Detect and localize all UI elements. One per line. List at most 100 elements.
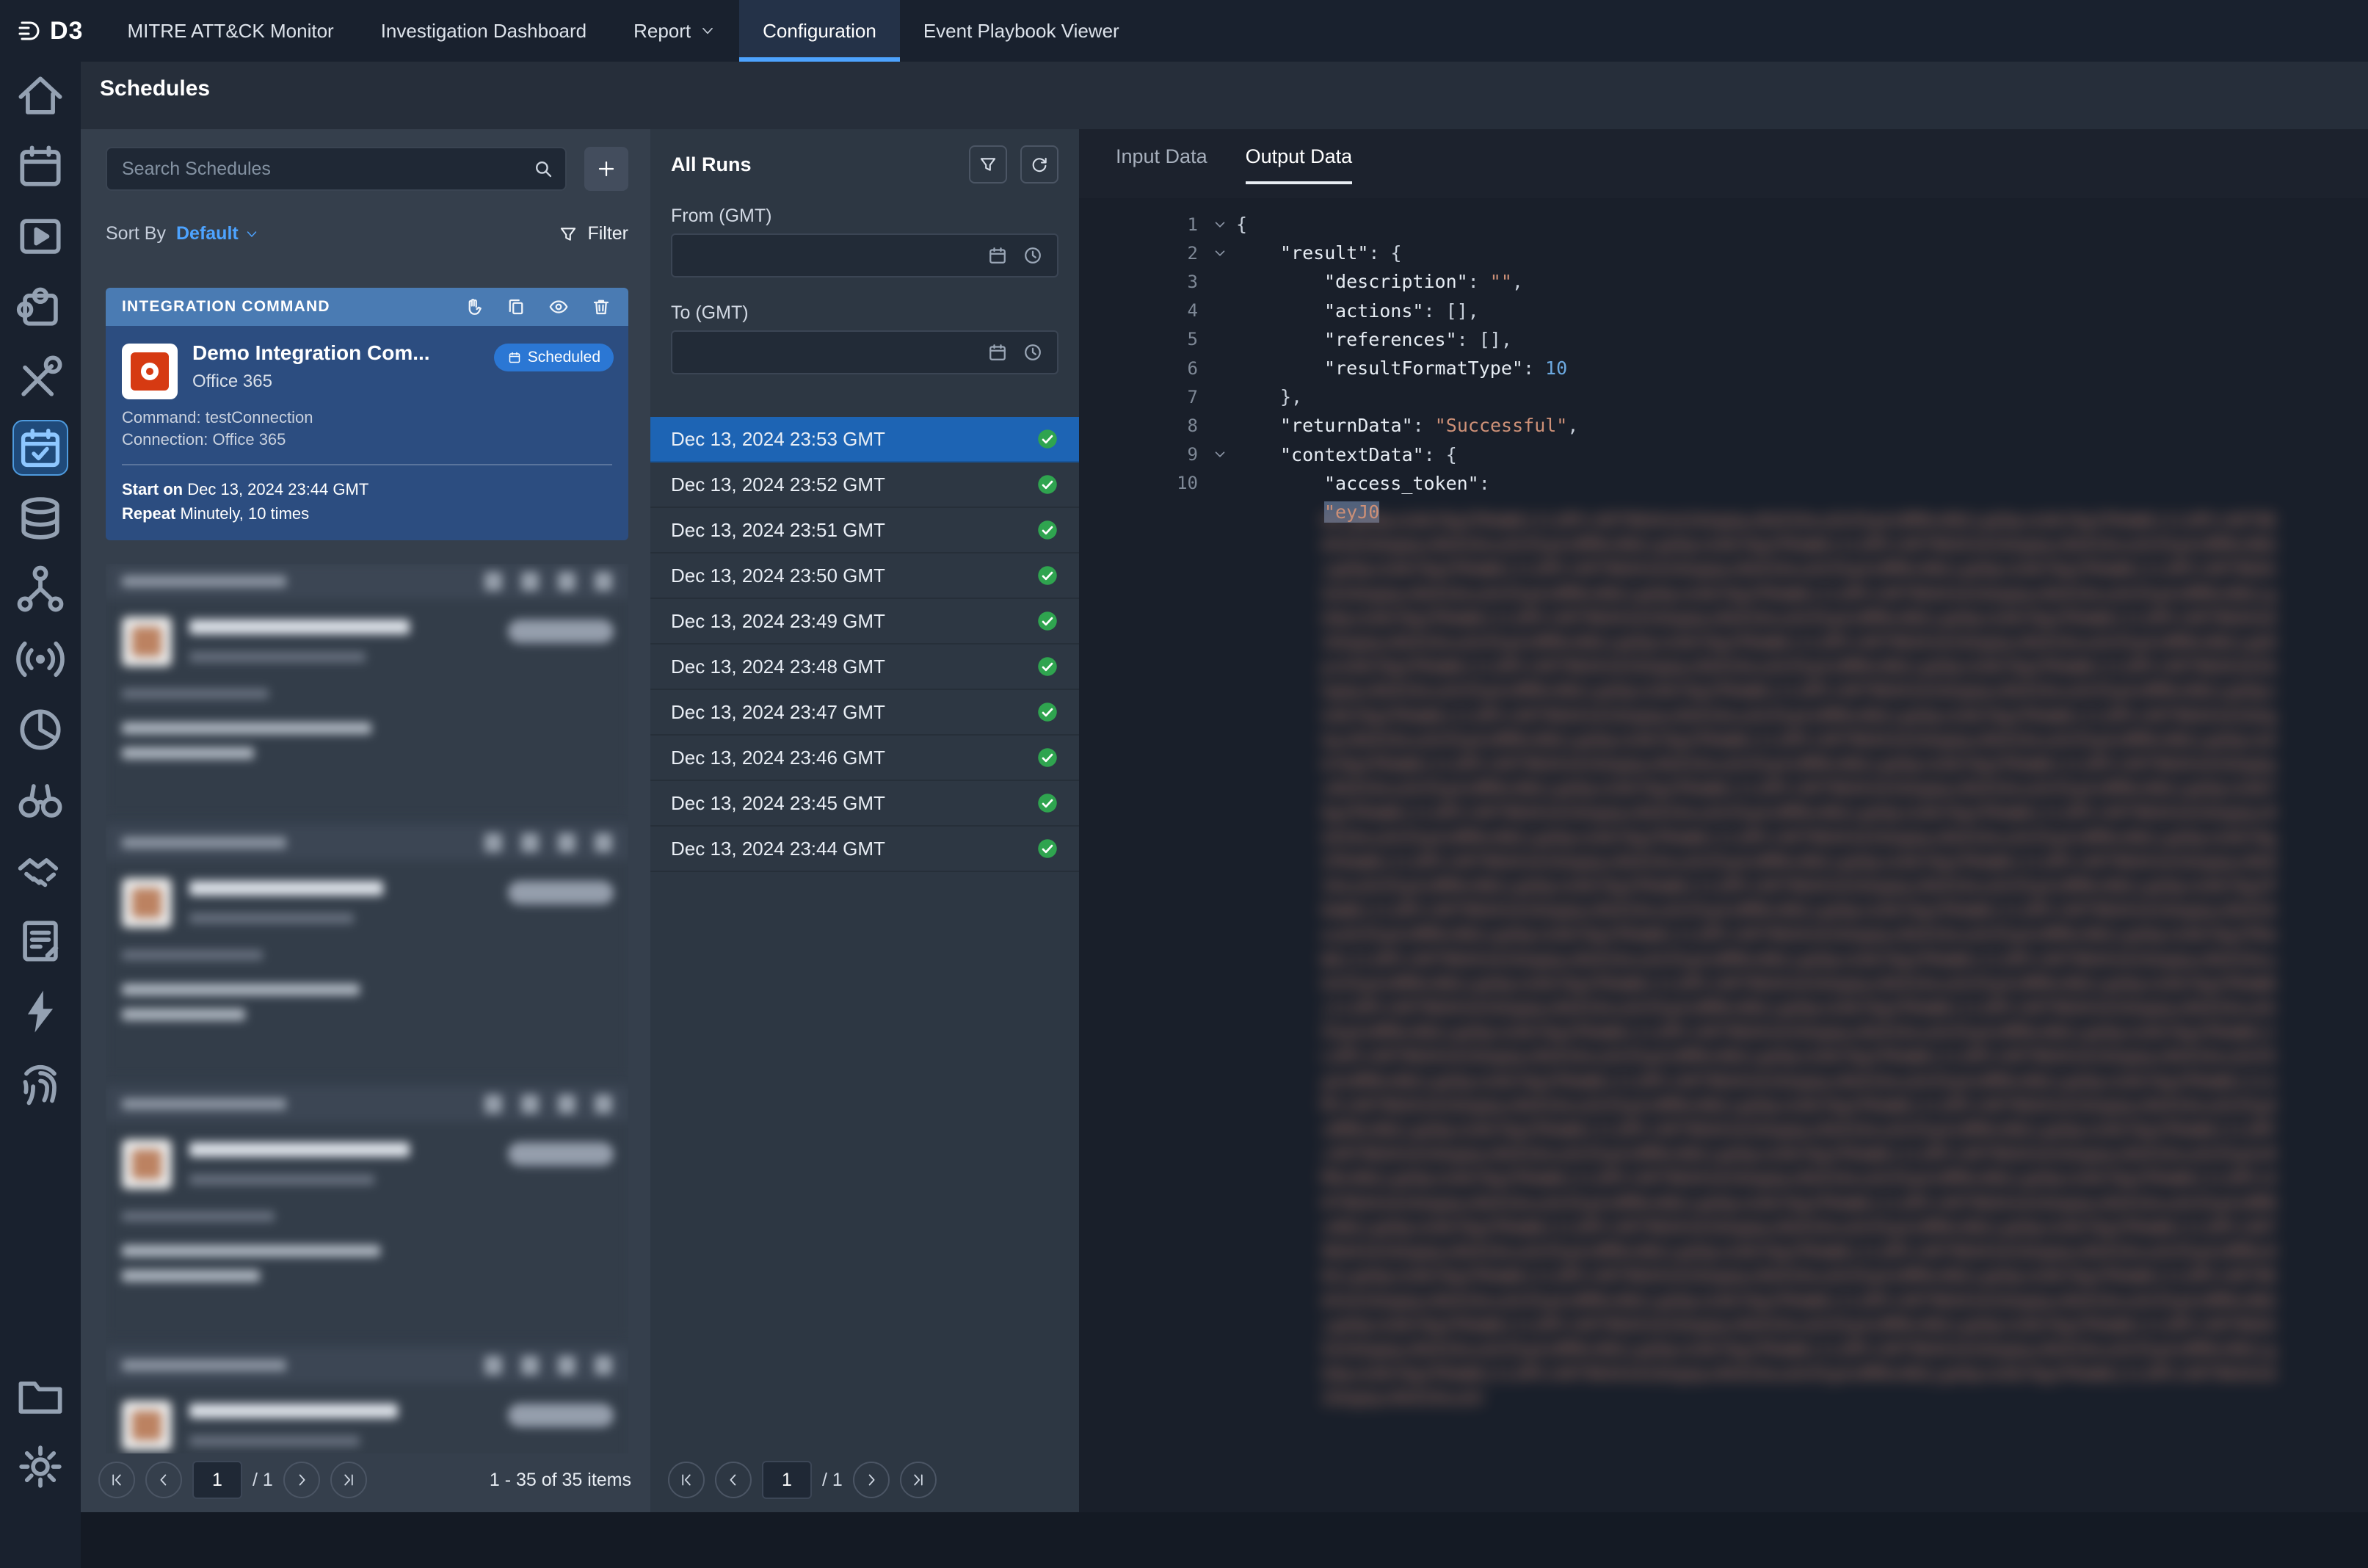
- eye-icon[interactable]: [548, 296, 570, 318]
- runs-refresh-button[interactable]: [1020, 145, 1058, 184]
- run-item[interactable]: Dec 13, 2024 23:50 GMT: [650, 553, 1079, 599]
- to-date-input[interactable]: [672, 342, 987, 363]
- from-gmt-label: From (GMT): [671, 206, 771, 227]
- icon-sidebar: [0, 62, 81, 1568]
- blurred-schedule-card[interactable]: [106, 564, 628, 816]
- sidebar-item-database[interactable]: [12, 490, 68, 546]
- success-check-icon: [1036, 473, 1058, 496]
- run-item[interactable]: Dec 13, 2024 23:44 GMT: [650, 827, 1079, 872]
- app-window: D3 MITRE ATT&CK MonitorInvestigation Das…: [0, 0, 2368, 1568]
- home-icon: [12, 68, 68, 123]
- sidebar-item-binoculars[interactable]: [12, 772, 68, 828]
- nav-item-mitre-att-ck-monitor[interactable]: MITRE ATT&CK Monitor: [103, 0, 357, 62]
- run-item[interactable]: Dec 13, 2024 23:53 GMT: [650, 417, 1079, 462]
- add-schedule-button[interactable]: [584, 147, 628, 191]
- first-page-button[interactable]: [668, 1462, 705, 1498]
- sidebar-item-schedule-calendar[interactable]: [12, 420, 68, 476]
- clock-icon[interactable]: [1022, 341, 1044, 363]
- sidebar-item-lightning[interactable]: [12, 984, 68, 1039]
- schedule-card-header: INTEGRATION COMMAND: [106, 288, 628, 326]
- binoculars-icon: [12, 772, 68, 828]
- first-page-button[interactable]: [98, 1462, 135, 1498]
- tab-input-data[interactable]: Input Data: [1116, 145, 1207, 184]
- sidebar-item-report-script[interactable]: [12, 913, 68, 969]
- calendar-icon: [12, 138, 68, 194]
- sidebar-item-settings-gear[interactable]: [12, 1439, 68, 1495]
- nav-item-configuration[interactable]: Configuration: [739, 0, 900, 62]
- page-number-box[interactable]: 1: [762, 1461, 812, 1499]
- fold-toggle-icon[interactable]: [1212, 217, 1228, 233]
- from-date-input[interactable]: [672, 245, 987, 266]
- to-date-field: [671, 330, 1058, 374]
- fingerprint-icon: [12, 1054, 68, 1110]
- sidebar-item-calendar[interactable]: [12, 138, 68, 194]
- last-page-button[interactable]: [330, 1462, 367, 1498]
- run-timestamp: Dec 13, 2024 23:48 GMT: [671, 656, 885, 678]
- nav-item-label: Configuration: [763, 20, 876, 43]
- search-icon[interactable]: [531, 157, 555, 181]
- run-item[interactable]: Dec 13, 2024 23:49 GMT: [650, 599, 1079, 645]
- success-check-icon: [1036, 565, 1058, 587]
- copy-icon[interactable]: [505, 296, 527, 318]
- run-item[interactable]: Dec 13, 2024 23:46 GMT: [650, 736, 1079, 781]
- nav-item-report[interactable]: Report: [610, 0, 739, 62]
- clock-icon[interactable]: [1022, 244, 1044, 266]
- nav-item-label: Event Playbook Viewer: [923, 20, 1119, 43]
- json-code-viewer[interactable]: 1{2"result": {3"description": "",4"actio…: [1079, 198, 2368, 1512]
- nav-item-investigation-dashboard[interactable]: Investigation Dashboard: [357, 0, 610, 62]
- tab-output-data[interactable]: Output Data: [1246, 145, 1353, 184]
- sidebar-item-tools[interactable]: [12, 349, 68, 405]
- run-item[interactable]: Dec 13, 2024 23:47 GMT: [650, 690, 1079, 736]
- previous-page-button[interactable]: [715, 1462, 752, 1498]
- previous-page-button[interactable]: [145, 1462, 182, 1498]
- page-total-label: / 1: [822, 1470, 843, 1491]
- hand-icon[interactable]: [462, 296, 484, 318]
- calendar-icon[interactable]: [987, 341, 1009, 363]
- code-line: 1{: [1079, 210, 2368, 239]
- blurred-schedule-card[interactable]: [106, 1348, 628, 1453]
- filter-button[interactable]: Filter: [558, 223, 628, 244]
- run-item[interactable]: Dec 13, 2024 23:45 GMT: [650, 781, 1079, 827]
- sort-by-label: Sort By: [106, 223, 166, 244]
- sidebar-item-pie-chart[interactable]: [12, 702, 68, 758]
- sidebar-item-network[interactable]: [12, 561, 68, 617]
- schedules-panel: Sort By Default Filter INTEGRATION COMMA…: [81, 129, 650, 1512]
- calendar-icon[interactable]: [987, 244, 1009, 266]
- code-line: 4"actions": [],: [1079, 297, 2368, 325]
- sidebar-item-home[interactable]: [12, 68, 68, 123]
- trash-icon[interactable]: [590, 296, 612, 318]
- line-number: 6: [1079, 358, 1204, 379]
- next-page-button[interactable]: [853, 1462, 890, 1498]
- blurred-schedule-card[interactable]: [106, 825, 628, 1078]
- search-input[interactable]: [106, 147, 567, 191]
- last-page-button[interactable]: [900, 1462, 937, 1498]
- broadcast-icon: [12, 631, 68, 687]
- sidebar-item-puzzle[interactable]: [12, 279, 68, 335]
- first-page-icon: [678, 1471, 695, 1489]
- sort-dropdown[interactable]: Default: [176, 223, 259, 244]
- refresh-icon: [1029, 154, 1050, 175]
- sidebar-item-media-play[interactable]: [12, 208, 68, 264]
- code-line: 3"description": "",: [1079, 267, 2368, 296]
- sidebar-item-fingerprint[interactable]: [12, 1054, 68, 1110]
- runs-filter-button[interactable]: [969, 145, 1007, 184]
- last-page-icon: [909, 1471, 927, 1489]
- nav-item-event-playbook-viewer[interactable]: Event Playbook Viewer: [900, 0, 1143, 62]
- blurred-schedule-card[interactable]: [106, 1086, 628, 1339]
- sidebar-item-handshake[interactable]: [12, 843, 68, 899]
- schedule-card-selected[interactable]: INTEGRATION COMMAND Demo Integration Com…: [106, 288, 628, 540]
- run-item[interactable]: Dec 13, 2024 23:48 GMT: [650, 645, 1079, 690]
- handshake-icon: [12, 843, 68, 899]
- next-page-button[interactable]: [283, 1462, 320, 1498]
- d3-logo[interactable]: D3: [0, 16, 103, 46]
- sidebar-item-broadcast[interactable]: [12, 631, 68, 687]
- code-line: 7},: [1079, 382, 2368, 411]
- run-item[interactable]: Dec 13, 2024 23:51 GMT: [650, 508, 1079, 553]
- run-data-panel: Input Data Output Data 1{2"result": {3"d…: [1079, 129, 2368, 1512]
- sidebar-item-folder[interactable]: [12, 1368, 68, 1424]
- run-item[interactable]: Dec 13, 2024 23:52 GMT: [650, 462, 1079, 508]
- fold-toggle-icon[interactable]: [1212, 446, 1228, 462]
- fold-toggle-icon[interactable]: [1212, 245, 1228, 261]
- funnel-icon: [978, 154, 998, 175]
- page-number-box[interactable]: 1: [192, 1461, 242, 1499]
